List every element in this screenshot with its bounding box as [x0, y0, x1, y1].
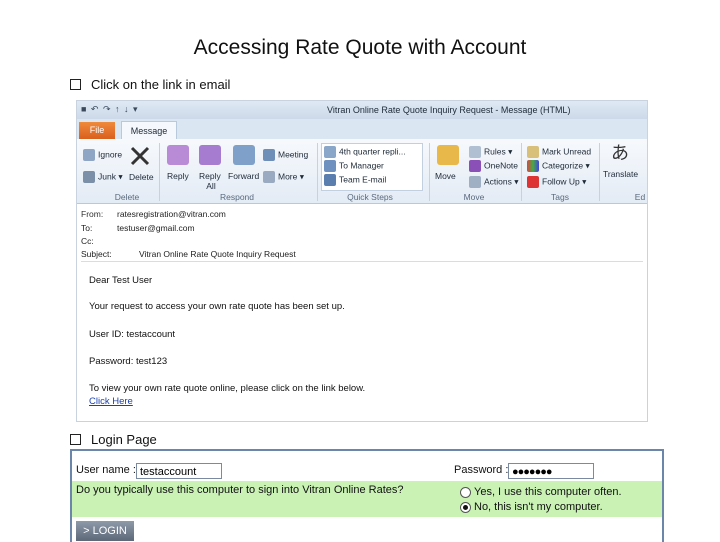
actions-button[interactable]: Actions ▾ [469, 176, 519, 188]
to-label: To: [81, 223, 93, 233]
forward-icon [233, 145, 255, 165]
group-divider [317, 143, 318, 201]
email-greeting: Dear Test User [89, 275, 153, 286]
group-label-respond: Respond [219, 192, 255, 202]
ignore-icon [83, 149, 95, 161]
ignore-button[interactable]: Ignore [83, 149, 122, 161]
junk-icon [83, 171, 95, 183]
junk-button[interactable]: Junk ▾ [83, 171, 123, 183]
reply-all-button[interactable]: Reply All [199, 145, 223, 191]
reply-icon [167, 145, 189, 165]
email-line: To view your own rate quote online, plea… [89, 383, 366, 394]
option-yes-label[interactable]: Yes, I use this computer often. [474, 486, 622, 498]
window-titlebar: ■ ↶ ↷ ↑ ↓ ▾ Vitran Online Rate Quote Inq… [77, 101, 647, 119]
device-question: Do you typically use this computer to si… [76, 484, 404, 496]
window-title: Vitran Online Rate Quote Inquiry Request… [327, 105, 571, 115]
login-button[interactable]: > LOGIN [76, 521, 134, 541]
email-password: Password: test123 [89, 356, 168, 367]
group-label-delete: Delete [114, 192, 140, 202]
checkbox-bullet-icon [70, 434, 81, 445]
meeting-button[interactable]: Meeting [263, 149, 308, 161]
more-icon [263, 171, 275, 183]
onenote-button[interactable]: OneNote [469, 160, 518, 172]
folder-move-icon [437, 145, 459, 165]
bullet-item: Login Page [70, 432, 157, 447]
slide-title: Accessing Rate Quote with Account [193, 36, 527, 59]
translate-icon: あ [611, 143, 629, 163]
flag-icon [527, 176, 539, 188]
quick-step-item[interactable]: To Manager [324, 160, 384, 172]
quick-step-item[interactable]: 4th quarter repli... [324, 146, 406, 158]
onenote-icon [469, 160, 481, 172]
email-line: Your request to access your own rate quo… [89, 301, 345, 312]
from-label: From: [81, 209, 104, 219]
reply-all-icon [199, 145, 221, 165]
envelope-icon [527, 146, 539, 158]
team-email-icon [324, 174, 336, 186]
group-label-editing: Ed [634, 192, 646, 202]
to-value[interactable]: testuser@gmail.com [117, 223, 195, 233]
cc-label: Cc: [81, 236, 94, 246]
to-manager-icon [324, 160, 336, 172]
radio-yes[interactable] [460, 487, 471, 498]
radio-no[interactable] [460, 502, 471, 513]
subject-value: Vitran Online Rate Quote Inquiry Request [139, 249, 296, 259]
option-no-label[interactable]: No, this isn't my computer. [474, 501, 603, 513]
header-from: From: [81, 209, 103, 219]
move-button[interactable]: Move [435, 145, 465, 181]
actions-icon [469, 176, 481, 188]
delete-x-icon [130, 146, 150, 166]
rules-icon [469, 146, 481, 158]
reply-button[interactable]: Reply [167, 145, 189, 181]
header-divider [81, 261, 643, 262]
categorize-button[interactable]: Categorize ▾ [527, 160, 590, 172]
password-label: Password : [454, 464, 509, 476]
quick-step-icon [324, 146, 336, 158]
login-panel: User name : testaccount Password : ●●●●●… [70, 449, 664, 542]
bullet-item: Click on the link in email [70, 77, 230, 92]
group-label-quick-steps: Quick Steps [347, 192, 393, 202]
group-divider [159, 143, 160, 201]
checkbox-bullet-icon [70, 79, 81, 90]
email-userid: User ID: testaccount [89, 329, 176, 340]
ribbon-tabs: File Message [77, 119, 647, 140]
quick-access-toolbar[interactable]: ■ ↶ ↷ ↑ ↓ ▾ [81, 104, 139, 115]
meeting-icon [263, 149, 275, 161]
mark-unread-button[interactable]: Mark Unread [527, 146, 591, 158]
group-divider [521, 143, 522, 201]
quick-step-item[interactable]: Team E-mail [324, 174, 386, 186]
group-divider [429, 143, 430, 201]
username-input[interactable]: testaccount [136, 463, 222, 479]
tab-file[interactable]: File [79, 122, 115, 139]
username-label: User name : [76, 464, 136, 476]
outlook-message-window: ■ ↶ ↷ ↑ ↓ ▾ Vitran Online Rate Quote Inq… [76, 100, 648, 422]
from-value[interactable]: ratesregistration@vitran.com [117, 209, 226, 219]
rules-button[interactable]: Rules ▾ [469, 146, 512, 158]
tab-message[interactable]: Message [121, 121, 177, 140]
bullet-text: Login Page [91, 432, 157, 447]
subject-label: Subject: [81, 249, 112, 259]
translate-button[interactable]: あ Translate [603, 143, 638, 179]
password-input[interactable]: ●●●●●●● [508, 463, 594, 479]
bullet-text: Click on the link in email [91, 77, 231, 92]
more-button[interactable]: More ▾ [263, 171, 304, 183]
delete-button[interactable]: Delete [129, 145, 154, 182]
group-label-tags: Tags [551, 192, 569, 202]
categorize-icon [527, 160, 539, 172]
follow-up-button[interactable]: Follow Up ▾ [527, 176, 586, 188]
click-here-link[interactable]: Click Here [89, 396, 133, 407]
group-label-move: Move [463, 192, 485, 202]
group-divider [599, 143, 600, 201]
forward-button[interactable]: Forward [228, 145, 262, 181]
